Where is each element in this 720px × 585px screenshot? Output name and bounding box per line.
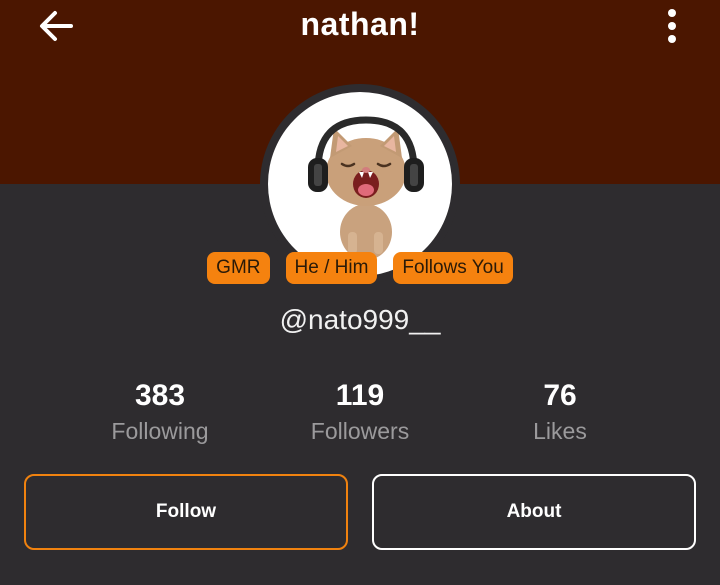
badge-follows-you: Follows You — [393, 252, 513, 284]
follow-button[interactable]: Follow — [24, 474, 348, 550]
stat-following[interactable]: 383 Following — [60, 378, 260, 445]
more-options-button[interactable] — [652, 4, 692, 48]
avatar[interactable] — [268, 92, 452, 276]
stat-likes[interactable]: 76 Likes — [460, 378, 660, 445]
about-button-label: About — [506, 501, 562, 522]
about-button[interactable]: About — [372, 474, 696, 550]
badge-gmr: GMR — [207, 252, 270, 284]
stat-likes-value: 76 — [543, 379, 577, 412]
stat-likes-label: Likes — [533, 418, 587, 444]
follow-button-label: Follow — [155, 501, 217, 522]
stat-followers-label: Followers — [310, 418, 410, 444]
profile-badges: GMR He / Him Follows You — [0, 252, 720, 284]
more-vertical-icon — [668, 9, 676, 43]
cat-with-headphones-icon — [308, 116, 424, 260]
stat-followers-value: 119 — [335, 379, 385, 412]
stat-following-value: 383 — [134, 379, 186, 412]
page-title: nathan! — [300, 6, 420, 42]
stat-following-label: Following — [111, 418, 209, 444]
profile-handle: @nato999__ — [279, 304, 441, 335]
badge-pronouns: He / Him — [285, 252, 378, 284]
stat-followers[interactable]: 119 Followers — [260, 378, 460, 445]
